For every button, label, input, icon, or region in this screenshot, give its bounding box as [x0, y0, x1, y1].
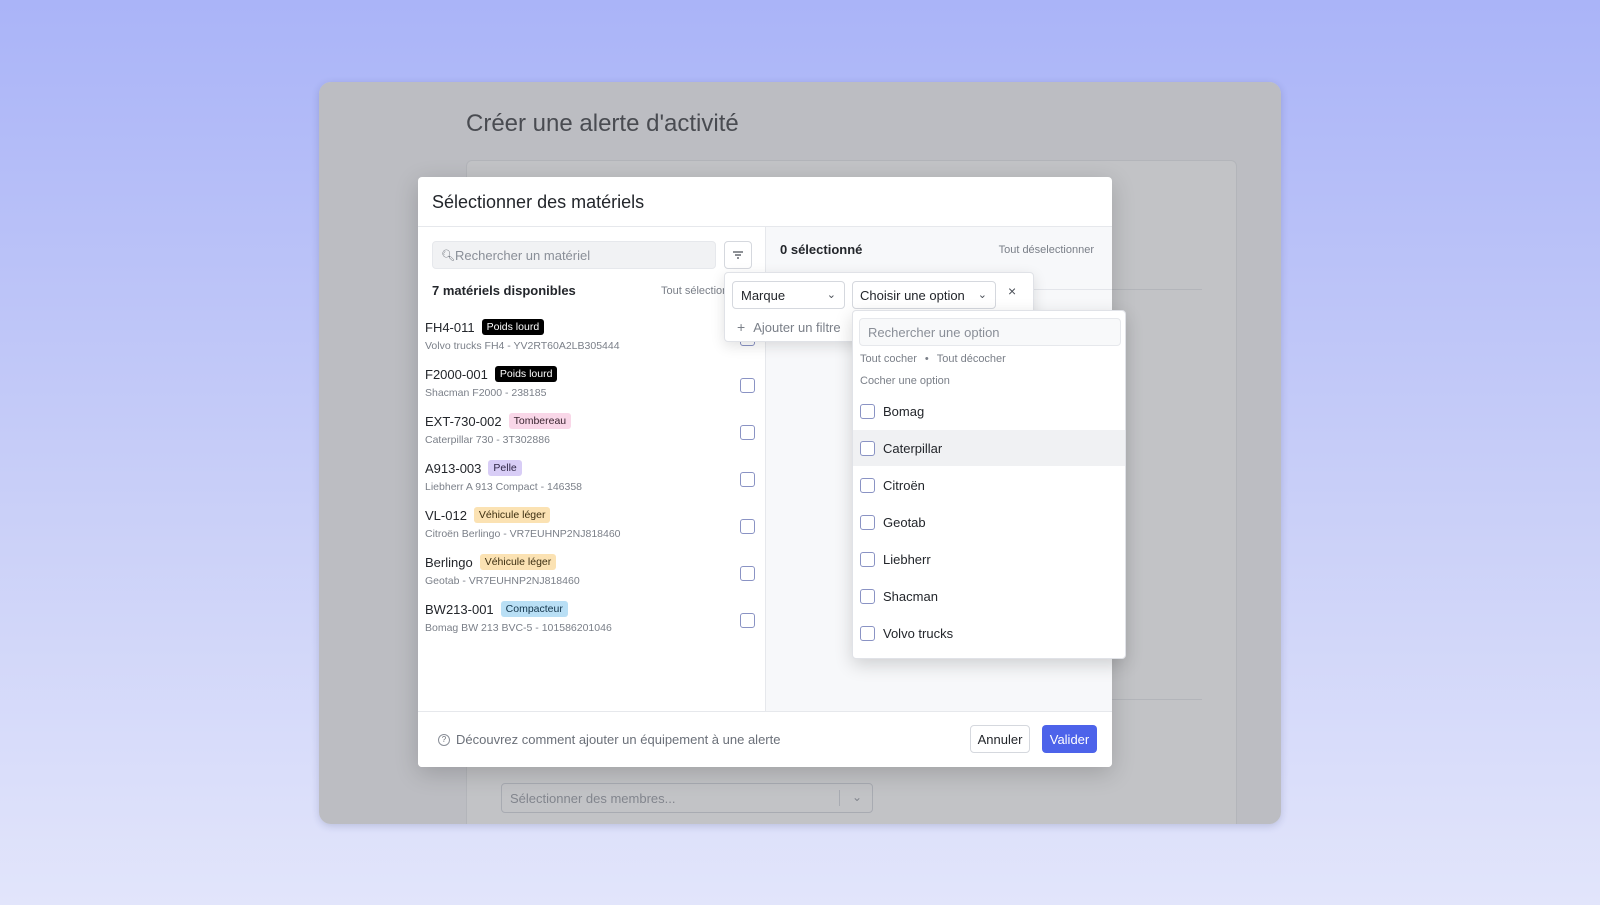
uncheck-all-link[interactable]: Tout décocher — [937, 353, 1006, 365]
option-label: Citroën — [883, 477, 925, 493]
chevron-down-icon: ⌄ — [826, 289, 836, 301]
add-filter-button[interactable]: + Ajouter un filtre — [737, 319, 841, 335]
equipment-type-badge: Compacteur — [500, 601, 568, 617]
modal-title: Sélectionner des matériels — [432, 192, 645, 212]
dropdown-hint: Cocher une option — [860, 375, 950, 387]
available-count: 7 matériels disponibles — [432, 283, 576, 298]
filter-button[interactable] — [724, 241, 752, 269]
equipment-search-input[interactable]: 🔍︎ Rechercher un matériel — [432, 241, 716, 269]
option-checkbox[interactable] — [860, 477, 875, 493]
equipment-type-badge: Tombereau — [508, 413, 572, 429]
bulk-actions: Tout cocher • Tout décocher — [860, 353, 1006, 365]
available-equipment-pane: 🔍︎ Rechercher un matériel 7 matériels di… — [418, 227, 766, 711]
deselect-all-link[interactable]: Tout déselectionner — [999, 244, 1094, 256]
equipment-details: Shacman F2000 - 238185 — [425, 387, 547, 399]
bullet-separator: • — [924, 353, 929, 365]
option-checkbox[interactable] — [860, 588, 875, 604]
equipment-checkbox[interactable] — [740, 613, 755, 628]
check-all-link[interactable]: Tout cocher — [860, 353, 917, 365]
option-item[interactable]: Volvo trucks — [853, 615, 1125, 651]
option-item[interactable]: Geotab — [853, 504, 1125, 540]
search-placeholder: Rechercher un matériel — [455, 248, 591, 263]
add-filter-label: Ajouter un filtre — [753, 319, 841, 335]
equipment-details: Volvo trucks FH4 - YV2RT60A2LB305444 — [425, 340, 620, 352]
equipment-item[interactable]: EXT-730-002 Tombereau Caterpillar 730 - 3T… — [425, 413, 755, 453]
equipment-item[interactable]: BW213-001 Compacteur Bomag BW 213 BVC-5 - … — [425, 601, 755, 641]
modal-footer: ? Découvrez comment ajouter un équipemen… — [418, 711, 1112, 767]
option-label: Liebherr — [883, 551, 931, 567]
chevron-down-icon: ⌄ — [977, 289, 987, 301]
options-dropdown: Rechercher une option Tout cocher • Tout… — [852, 310, 1126, 659]
equipment-checkbox[interactable] — [740, 472, 755, 487]
filter-field-select[interactable]: Marque ⌄ — [732, 281, 845, 309]
equipment-checkbox[interactable] — [740, 566, 755, 581]
filter-option-select[interactable]: Choisir une option ⌄ — [852, 281, 996, 309]
option-checkbox[interactable] — [860, 625, 875, 641]
help-text: Découvrez comment ajouter un équipement … — [456, 732, 781, 747]
option-item[interactable]: Citroën — [853, 467, 1125, 503]
equipment-details: Citroën Berlingo - VR7EUHNP2NJ818460 — [425, 528, 621, 540]
equipment-details: Liebherr A 913 Compact - 146358 — [425, 481, 583, 493]
equipment-type-badge: Véhicule léger — [479, 554, 557, 570]
close-icon[interactable]: × — [1008, 283, 1016, 299]
equipment-type-badge: Poids lourd — [481, 319, 545, 335]
equipment-name: FH4-011 — [425, 319, 475, 335]
cancel-button[interactable]: Annuler — [970, 725, 1030, 753]
help-link[interactable]: ? Découvrez comment ajouter un équipemen… — [438, 732, 780, 747]
equipment-item[interactable]: F2000-001 Poids lourd Shacman F2000 - 2381… — [425, 366, 755, 406]
option-search-input[interactable]: Rechercher une option — [859, 318, 1121, 346]
filter-icon — [733, 251, 743, 259]
equipment-type-badge: Véhicule léger — [473, 507, 551, 523]
equipment-checkbox[interactable] — [740, 378, 755, 393]
equipment-item[interactable]: VL-012 Véhicule léger Citroën Berlingo - V… — [425, 507, 755, 547]
equipment-name: F2000-001 — [425, 366, 488, 382]
selected-count: 0 sélectionné — [780, 242, 863, 257]
option-item[interactable]: Caterpillar — [853, 430, 1125, 466]
equipment-checkbox[interactable] — [740, 425, 755, 440]
equipment-name: A913-003 — [425, 460, 482, 476]
filter-option-placeholder: Choisir une option — [860, 288, 965, 303]
equipment-item[interactable]: Berlingo Véhicule léger Geotab - VR7EUHNP2… — [425, 554, 755, 594]
equipment-type-badge: Poids lourd — [494, 366, 558, 382]
equipment-checkbox[interactable] — [740, 519, 755, 534]
option-checkbox[interactable] — [860, 403, 875, 419]
modal-header: Sélectionner des matériels — [418, 177, 1112, 227]
equipment-name: Berlingo — [425, 554, 473, 570]
equipment-item[interactable]: A913-003 Pelle Liebherr A 913 Compact - 14… — [425, 460, 755, 500]
option-search-placeholder: Rechercher une option — [868, 325, 1000, 340]
filter-field-value: Marque — [741, 288, 786, 303]
equipment-type-badge: Pelle — [488, 460, 522, 476]
equipment-name: EXT-730-002 — [425, 413, 502, 429]
equipment-item[interactable]: FH4-011 Poids lourd Volvo trucks FH4 - YV2… — [425, 319, 755, 359]
option-label: Volvo trucks — [883, 625, 954, 641]
equipment-name: VL-012 — [425, 507, 467, 523]
plus-icon: + — [737, 319, 746, 335]
equipment-details: Bomag BW 213 BVC-5 - 101586201046 — [425, 622, 612, 634]
option-item[interactable]: Bomag — [853, 393, 1125, 429]
option-checkbox[interactable] — [860, 551, 875, 567]
option-checkbox[interactable] — [860, 440, 875, 456]
select-all-link[interactable]: Tout sélectionner — [661, 285, 725, 297]
option-item[interactable]: Shacman — [853, 578, 1125, 614]
equipment-details: Geotab - VR7EUHNP2NJ818460 — [425, 575, 580, 587]
validate-button[interactable]: Valider — [1042, 725, 1097, 753]
option-item[interactable]: Liebherr — [853, 541, 1125, 577]
option-label: Geotab — [883, 514, 926, 530]
equipment-details: Caterpillar 730 - 3T302886 — [425, 434, 550, 446]
option-label: Shacman — [883, 588, 938, 604]
option-label: Caterpillar — [883, 440, 943, 456]
help-circle-icon: ? — [438, 733, 450, 746]
equipment-name: BW213-001 — [425, 601, 494, 617]
option-label: Bomag — [883, 403, 925, 419]
option-checkbox[interactable] — [860, 514, 875, 530]
search-icon: 🔍︎ — [441, 250, 455, 262]
